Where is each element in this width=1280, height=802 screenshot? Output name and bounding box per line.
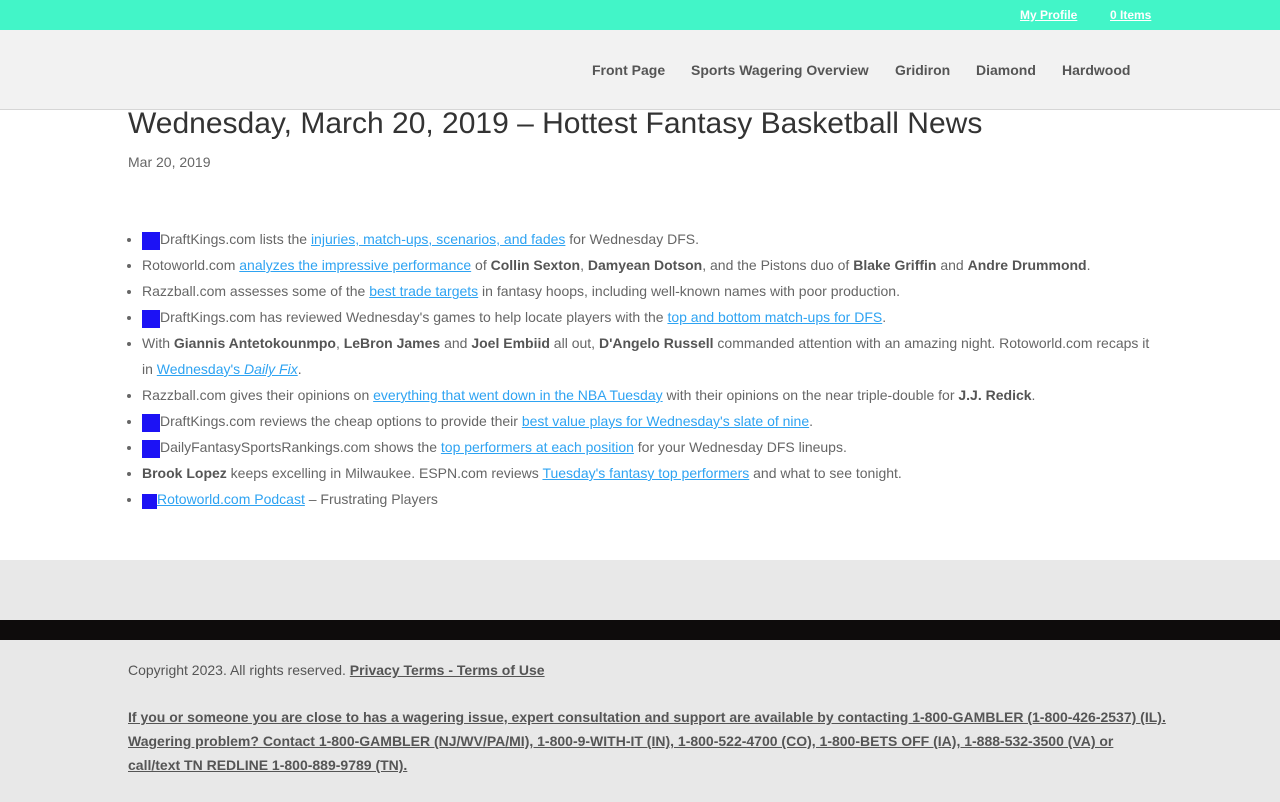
privacy-terms-link[interactable]: Privacy Terms - Terms of Use [350,662,545,678]
broken-image-icon [142,414,160,432]
nav-hardwood[interactable]: Hardwood [1062,62,1130,78]
player-name: Blake Griffin [853,257,937,273]
item-text: DraftKings.com lists the [160,231,311,247]
item-text: and [440,335,472,351]
item-text: for Wednesday DFS. [565,231,699,247]
my-profile-link[interactable]: My Profile [1020,8,1077,22]
nav-sports-wagering-overview[interactable]: Sports Wagering Overview [691,62,869,78]
item-text: and [936,257,968,273]
news-link[interactable]: Wednesday's Daily Fix [157,361,298,377]
item-text: keeps excelling in Milwaukee. ESPN.com r… [226,465,543,481]
news-link[interactable]: everything that went down in the NBA Tue… [373,387,663,403]
news-link[interactable]: best trade targets [369,283,478,299]
item-text: , and the Pistons duo of [702,257,854,273]
copyright: Copyright 2023. All rights reserved. Pri… [128,662,545,678]
item-text: , [335,335,344,351]
broken-image-icon [142,232,160,250]
site-header: Front Page Sports Wagering Overview Grid… [0,30,1280,110]
page-title: Wednesday, March 20, 2019 – Hottest Fant… [128,107,983,140]
item-text: for your Wednesday DFS lineups. [633,439,847,455]
link-text: Wednesday's [156,361,245,377]
broken-image-icon [142,440,160,458]
player-name: Collin Sexton [490,257,581,273]
list-item: DraftKings.com has reviewed Wednesday's … [142,304,1158,330]
list-item: Rotoworld.com Podcast – Frustrating Play… [142,486,1158,512]
podcast-link[interactable]: Rotoworld.com Podcast [157,491,305,507]
item-text: . [1086,257,1091,273]
news-link[interactable]: injuries, match-ups, scenarios, and fade… [311,231,565,247]
player-name: J.J. Redick [958,387,1032,403]
item-text: . [809,413,813,429]
item-text: all out, [549,335,599,351]
list-item: Razzball.com assesses some of the best t… [142,278,1158,304]
item-text: of [471,257,491,273]
player-name: LeBron James [343,335,441,351]
nav-diamond[interactable]: Diamond [976,62,1036,78]
list-item: DailyFantasySportsRankings.com shows the… [142,434,1158,460]
gambling-help-link[interactable]: If you or someone you are close to has a… [128,705,1168,777]
news-link[interactable]: top performers at each position [441,439,634,455]
footer-divider [0,620,1280,640]
list-item: Brook Lopez keeps excelling in Milwaukee… [142,460,1158,486]
broken-image-icon [142,494,157,509]
item-text: and what to see tonight. [749,465,902,481]
item-text: , [580,257,588,273]
player-name: Giannis Antetokounmpo [173,335,336,351]
item-text: in fantasy hoops, including well-known n… [478,283,900,299]
player-name: Brook Lopez [142,465,227,481]
item-text: – Frustrating Players [304,491,438,507]
player-name: Damyean Dotson [587,257,703,273]
news-link[interactable]: Tuesday's fantasy top performers [542,465,749,481]
site-footer: Copyright 2023. All rights reserved. Pri… [0,640,1280,802]
post-date: Mar 20, 2019 [128,154,211,170]
link-text-italic: Daily Fix [244,361,298,377]
player-name: Joel Embiid [471,335,550,351]
item-text: DailyFantasySportsRankings.com shows the [160,439,441,455]
news-link[interactable]: analyzes the impressive performance [239,257,471,273]
item-text: Rotoworld.com [142,257,240,273]
item-text: . [1031,387,1036,403]
news-link[interactable]: best value plays for Wednesday's slate o… [522,413,809,429]
nav-gridiron[interactable]: Gridiron [895,62,950,78]
player-name: Andre Drummond [967,257,1087,273]
item-text: DraftKings.com has reviewed Wednesday's … [160,309,668,325]
copyright-text: Copyright 2023. All rights reserved. [128,662,350,678]
list-item: DraftKings.com lists the injuries, match… [142,226,1158,252]
list-item: Rotoworld.com analyzes the impressive pe… [142,252,1158,278]
item-text: with their opinions on the near triple-d… [662,387,959,403]
footer-spacer [0,560,1280,620]
cart-items-link[interactable]: 0 Items [1110,8,1151,22]
item-text: DraftKings.com reviews the cheap options… [160,413,522,429]
news-link[interactable]: top and bottom match-ups for DFS [667,309,882,325]
top-bar: My Profile 0 Items [0,0,1280,30]
item-text: Razzball.com gives their opinions on [142,387,374,403]
nav-front-page[interactable]: Front Page [592,62,665,78]
list-item: Razzball.com gives their opinions on eve… [142,382,1158,408]
list-item: DraftKings.com reviews the cheap options… [142,408,1158,434]
broken-image-icon [142,310,160,328]
item-text: Razzball.com assesses some of the [142,283,370,299]
item-text: . [297,361,302,377]
list-item: With Giannis Antetokounmpo, LeBron James… [142,330,1158,382]
item-text: With [142,335,174,351]
item-text: . [882,309,887,325]
news-list: DraftKings.com lists the injuries, match… [128,226,1158,512]
player-name: D'Angelo Russell [598,335,714,351]
